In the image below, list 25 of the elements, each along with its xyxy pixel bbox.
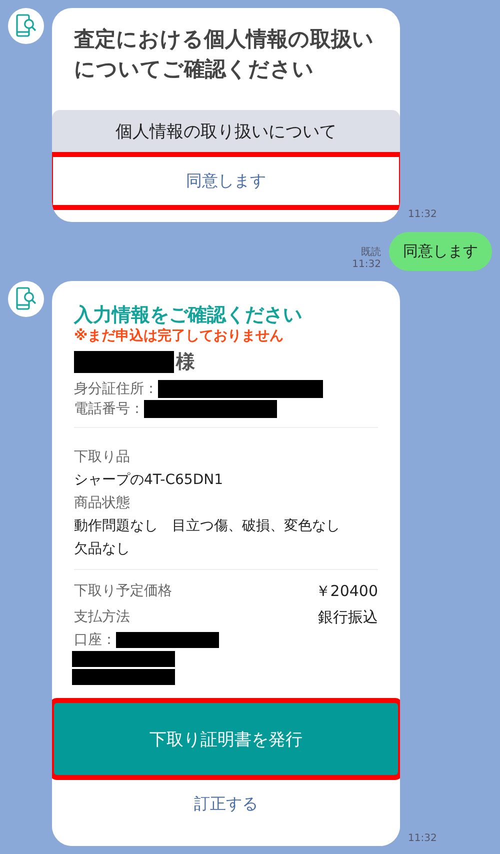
field-label: 商品状態: [74, 494, 131, 513]
field-label: 身分証住所：: [74, 380, 158, 398]
honorific-text: 様: [176, 350, 195, 375]
timestamp: 11:32: [352, 259, 381, 271]
field-label: 下取り品: [74, 448, 131, 467]
field-label: 下取り予定価格: [74, 582, 172, 600]
bot-avatar[interactable]: [8, 8, 44, 44]
field-label: 支払方法: [74, 608, 130, 626]
field-value: 銀行振込: [318, 608, 378, 626]
field-value: 欠品なし: [74, 540, 131, 559]
message-bubble: 同意します: [389, 232, 492, 271]
timestamp: 11:32: [408, 209, 437, 220]
field-value: ￥20400: [315, 582, 378, 600]
timestamp: 11:32: [408, 833, 437, 844]
card-title: 査定における個人情報の取扱いについてご確認ください: [74, 26, 375, 83]
bot-avatar[interactable]: [8, 281, 44, 317]
card-title: 入力情報をご確認ください: [74, 303, 303, 327]
warning-text: ※まだ申込は完了しておりません: [74, 327, 285, 345]
phone-search-icon: [15, 287, 37, 311]
field-label: 口座：: [74, 631, 116, 649]
field-value: 動作問題なし 目立つ傷、破損、変色なし: [74, 517, 341, 536]
field-value: シャープの4T-C65DN1: [74, 471, 224, 490]
phone-search-icon: [15, 14, 37, 38]
field-label: 電話番号：: [74, 400, 144, 418]
read-receipt: 既読: [361, 247, 381, 259]
